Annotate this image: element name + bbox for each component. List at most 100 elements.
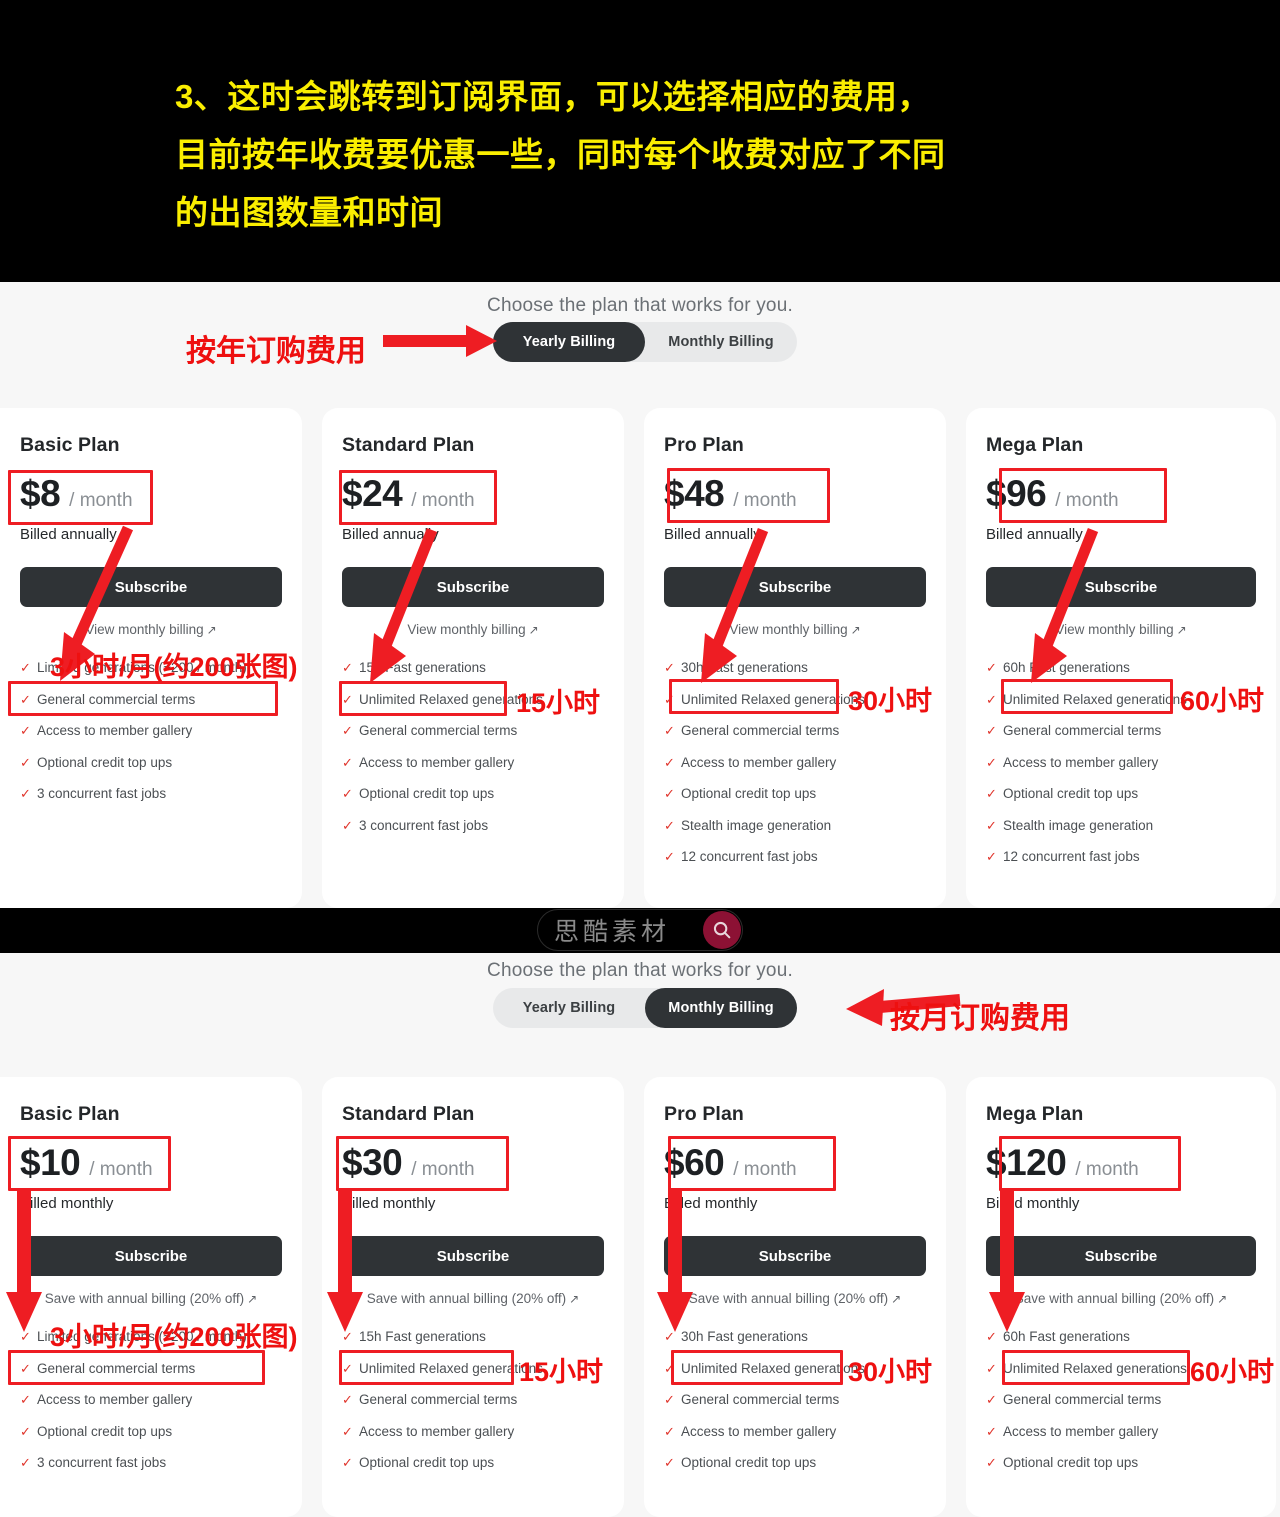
check-icon: ✓ [20, 1392, 31, 1407]
check-icon: ✓ [20, 660, 31, 675]
alternate-billing-link[interactable]: View monthly billing ↗ [664, 622, 926, 637]
check-icon: ✓ [342, 817, 353, 833]
check-icon: ✓ [20, 786, 31, 801]
check-icon: ✓ [664, 786, 675, 801]
check-icon: ✓ [20, 723, 31, 738]
feature-label: Stealth image generation [681, 817, 832, 833]
pricing-section-monthly: Choose the plan that works for you. Year… [0, 953, 1280, 1517]
highlight-feature-basic-monthly [8, 1350, 265, 1385]
feature-item: ✓ Optional credit top ups [342, 1454, 604, 1471]
feature-item: ✓ 12 concurrent fast jobs [986, 848, 1256, 865]
alternate-billing-link[interactable]: Save with annual billing (20% off) ↗ [986, 1291, 1256, 1306]
check-icon: ✓ [986, 1329, 997, 1344]
subscribe-button[interactable]: Subscribe [20, 1236, 282, 1276]
feature-item: ✓ Access to member gallery [986, 1423, 1256, 1440]
plan-billing-note: Billed annually [986, 526, 1083, 543]
highlight-price-pro-monthly [668, 1136, 836, 1191]
toggle-option-yearly-billing[interactable]: Yearly Billing [493, 322, 645, 362]
subscribe-button[interactable]: Subscribe [986, 567, 1256, 607]
check-icon: ✓ [342, 1423, 353, 1439]
subscribe-button[interactable]: Subscribe [342, 567, 604, 607]
subscribe-button[interactable]: Subscribe [342, 1236, 604, 1276]
subscribe-button[interactable]: Subscribe [20, 567, 282, 607]
feature-label: Optional credit top ups [359, 1455, 495, 1470]
feature-item: ✓ General commercial terms [342, 1391, 604, 1408]
feature-label: Access to member gallery [359, 1423, 515, 1439]
check-icon: ✓ [342, 1329, 353, 1344]
toggle-option-yearly-billing[interactable]: Yearly Billing [493, 988, 645, 1028]
plan-title: Mega Plan [986, 1103, 1084, 1125]
plan-title: Pro Plan [664, 1103, 744, 1125]
highlight-feature-standard-monthly [339, 1350, 514, 1385]
highlight-price-standard-monthly [336, 1136, 509, 1191]
label-basic-hours-monthly: 3小时/月(约200张图) [50, 1322, 298, 1352]
alternate-billing-label: View monthly billing [1055, 622, 1174, 637]
feature-label: Optional credit top ups [681, 1455, 817, 1470]
subscribe-button[interactable]: Subscribe [986, 1236, 1256, 1276]
feature-item: ✓ Stealth image generation [664, 817, 926, 834]
feature-label: Access to member gallery [37, 723, 193, 738]
alternate-billing-link[interactable]: View monthly billing ↗ [986, 622, 1256, 637]
check-icon: ✓ [986, 1423, 997, 1439]
feature-item: ✓ Optional credit top ups [986, 785, 1256, 802]
feature-label: 15h Fast generations [359, 660, 486, 675]
highlight-price-basic-yearly [8, 470, 153, 525]
check-icon: ✓ [664, 723, 675, 738]
feature-item: ✓ Access to member gallery [664, 754, 926, 771]
alternate-billing-link[interactable]: View monthly billing ↗ [342, 622, 604, 637]
watermark-badge: 思酷素材 [537, 909, 743, 951]
feature-label: 60h Fast generations [1003, 660, 1130, 675]
label-pro-hours-monthly: 30小时 [848, 1357, 933, 1387]
feature-label: General commercial terms [681, 1392, 840, 1407]
highlight-price-pro-yearly [667, 468, 830, 523]
alternate-billing-link[interactable]: Save with annual billing (20% off) ↗ [342, 1291, 604, 1306]
alternate-billing-label: Save with annual billing (20% off) [44, 1291, 245, 1306]
billing-period-toggle-yearly[interactable]: Yearly Billing Monthly Billing [493, 322, 797, 362]
feature-item: ✓ Optional credit top ups [20, 1423, 282, 1440]
feature-label: Access to member gallery [681, 754, 837, 770]
feature-label: General commercial terms [359, 723, 518, 738]
feature-item: ✓ Access to member gallery [342, 754, 604, 771]
plan-title: Basic Plan [20, 434, 120, 456]
external-link-arrow-icon: ↗ [891, 1292, 902, 1306]
check-icon: ✓ [342, 754, 353, 770]
label-standard-hours-monthly: 15小时 [519, 1357, 604, 1387]
feature-item: ✓ 15h Fast generations [342, 1328, 604, 1345]
check-icon: ✓ [664, 1392, 675, 1407]
feature-item: ✓ General commercial terms [986, 1391, 1256, 1408]
feature-label: General commercial terms [1003, 723, 1162, 738]
feature-item: ✓ 15h Fast generations [342, 659, 604, 676]
alternate-billing-link[interactable]: View monthly billing ↗ [20, 622, 282, 637]
label-monthly-billing-note: 按月订购费用 [890, 1002, 1070, 1035]
choose-plan-heading-yearly: Choose the plan that works for you. [487, 295, 793, 316]
billing-period-toggle-monthly[interactable]: Yearly Billing Monthly Billing [493, 988, 797, 1028]
feature-item: ✓ General commercial terms [664, 1391, 926, 1408]
highlight-price-standard-yearly [339, 470, 497, 525]
check-icon: ✓ [664, 1455, 675, 1470]
feature-item: ✓ Optional credit top ups [342, 785, 604, 802]
feature-label: Stealth image generation [1003, 817, 1154, 833]
toggle-option-monthly-billing[interactable]: Monthly Billing [645, 988, 797, 1028]
feature-label: Access to member gallery [37, 1392, 193, 1407]
check-icon: ✓ [664, 1329, 675, 1344]
subscribe-button[interactable]: Subscribe [664, 567, 926, 607]
alternate-billing-link[interactable]: Save with annual billing (20% off) ↗ [20, 1291, 282, 1306]
feature-item: ✓ Optional credit top ups [20, 754, 282, 771]
feature-label: 60h Fast generations [1003, 1329, 1130, 1344]
label-mega-hours-monthly: 60小时 [1190, 1357, 1275, 1387]
subscribe-button[interactable]: Subscribe [664, 1236, 926, 1276]
feature-item: ✓ General commercial terms [664, 722, 926, 739]
plan-billing-note: Billed annually [342, 526, 439, 543]
alternate-billing-link[interactable]: Save with annual billing (20% off) ↗ [664, 1291, 926, 1306]
label-yearly-billing-note: 按年订购费用 [186, 335, 366, 368]
feature-item: ✓ Access to member gallery [664, 1423, 926, 1440]
feature-label: Optional credit top ups [1003, 786, 1139, 801]
feature-item: ✓ 3 concurrent fast jobs [20, 785, 282, 802]
toggle-option-monthly-billing[interactable]: Monthly Billing [645, 322, 797, 362]
highlight-feature-mega-yearly [1001, 679, 1173, 714]
alternate-billing-label: View monthly billing [407, 622, 526, 637]
plan-title: Standard Plan [342, 434, 475, 456]
external-link-arrow-icon: ↗ [1217, 1292, 1228, 1306]
alternate-billing-label: Save with annual billing (20% off) [688, 1291, 889, 1306]
external-link-arrow-icon: ↗ [247, 1292, 258, 1306]
